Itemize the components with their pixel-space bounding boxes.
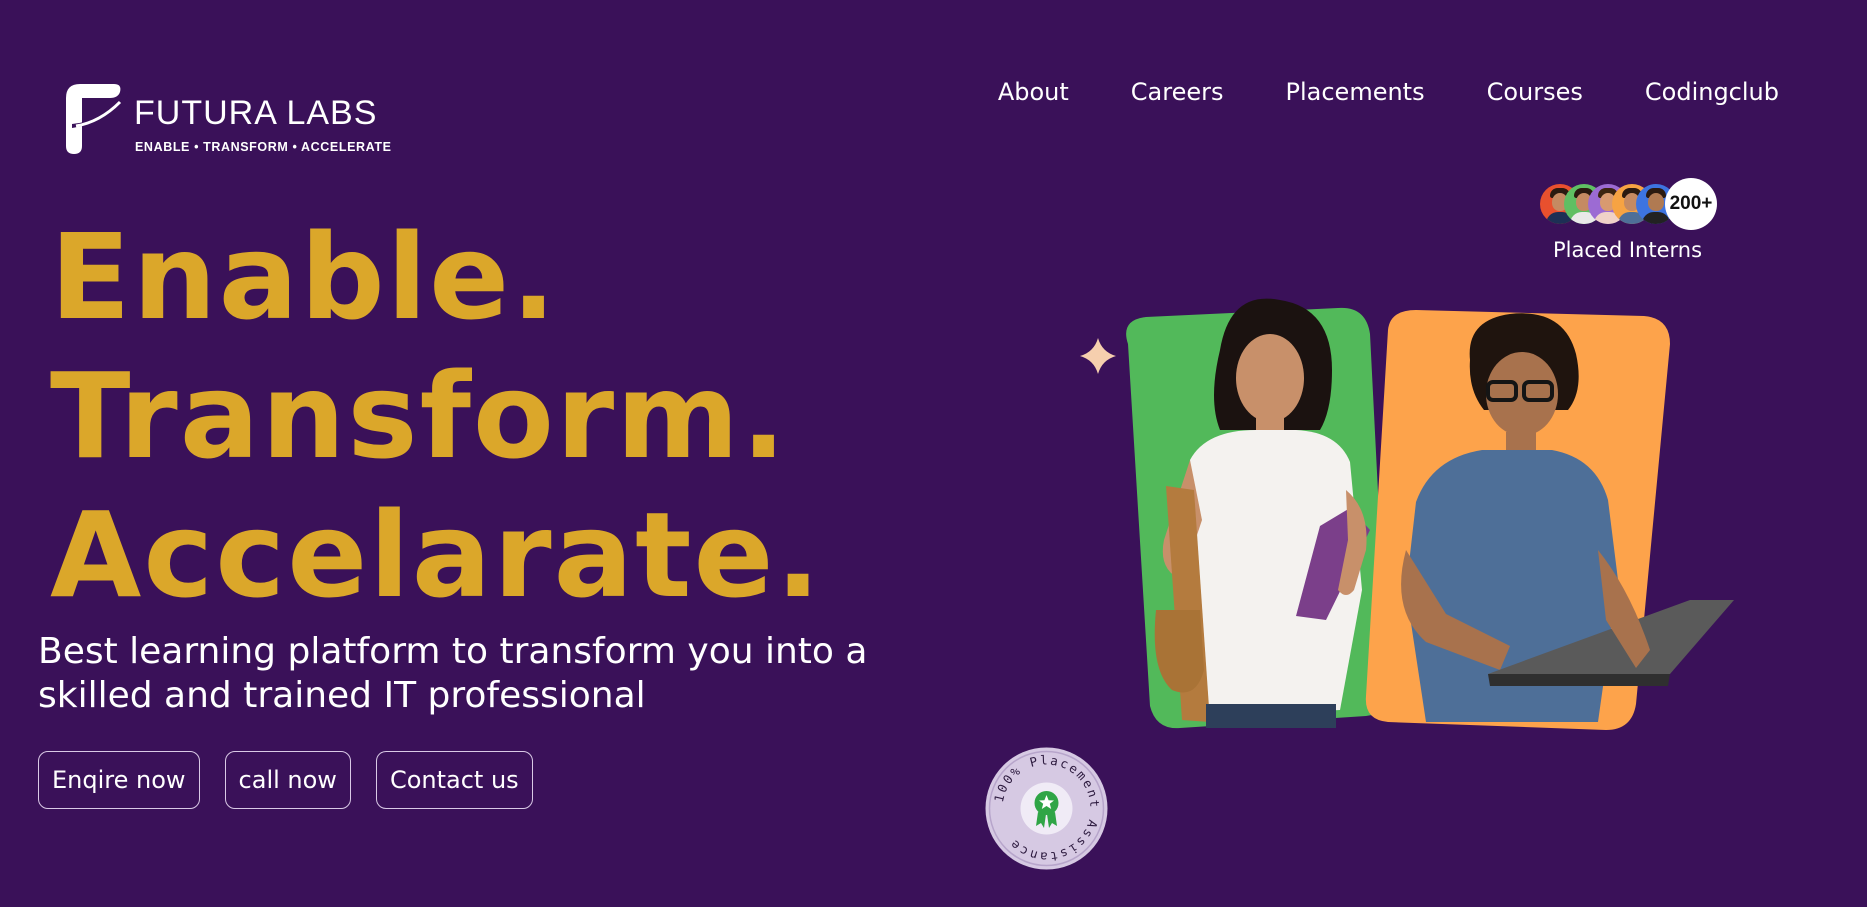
call-now-button[interactable]: call now [224,751,351,809]
nav-item-placements[interactable]: Placements [1286,78,1425,106]
headline-line-transform: Transform. [50,347,788,485]
nav-item-courses[interactable]: Courses [1487,78,1583,106]
sparkle-icon [1080,338,1116,374]
futura-f-rocket-icon [66,84,130,154]
brand-logo[interactable]: FUTURA LABS ENABLE • TRANSFORM • ACCELER… [58,78,398,158]
headline-line-accelerate: Accelarate. [50,486,823,624]
hero-headline: Enable. Transform. Accelarate. [50,208,822,625]
placed-interns: 200+ Placed Interns [1540,178,1717,268]
headline-line-enable: Enable. [50,208,559,346]
nav-item-careers[interactable]: Careers [1131,78,1224,106]
interns-label: Placed Interns [1553,238,1703,262]
brand-name: FUTURA LABS [134,94,378,132]
nav-item-about[interactable]: About [998,78,1069,106]
nav-item-codingclub[interactable]: Codingclub [1645,78,1779,106]
interns-count-badge: 200+ [1665,178,1717,230]
main-nav: About Careers Placements Courses Codingc… [998,78,1779,106]
enquire-now-button[interactable]: Enqire now [38,751,200,809]
hero-subtitle: Best learning platform to transform you … [38,631,868,716]
brand-tagline: ENABLE • TRANSFORM • ACCELERATE [135,140,392,154]
contact-us-button[interactable]: Contact us [375,751,533,809]
placement-assistance-badge: 100% Placement Assistance [985,747,1108,870]
hero-students-illustration [1080,298,1734,730]
cta-buttons: Enqire now call now Contact us [38,751,533,809]
